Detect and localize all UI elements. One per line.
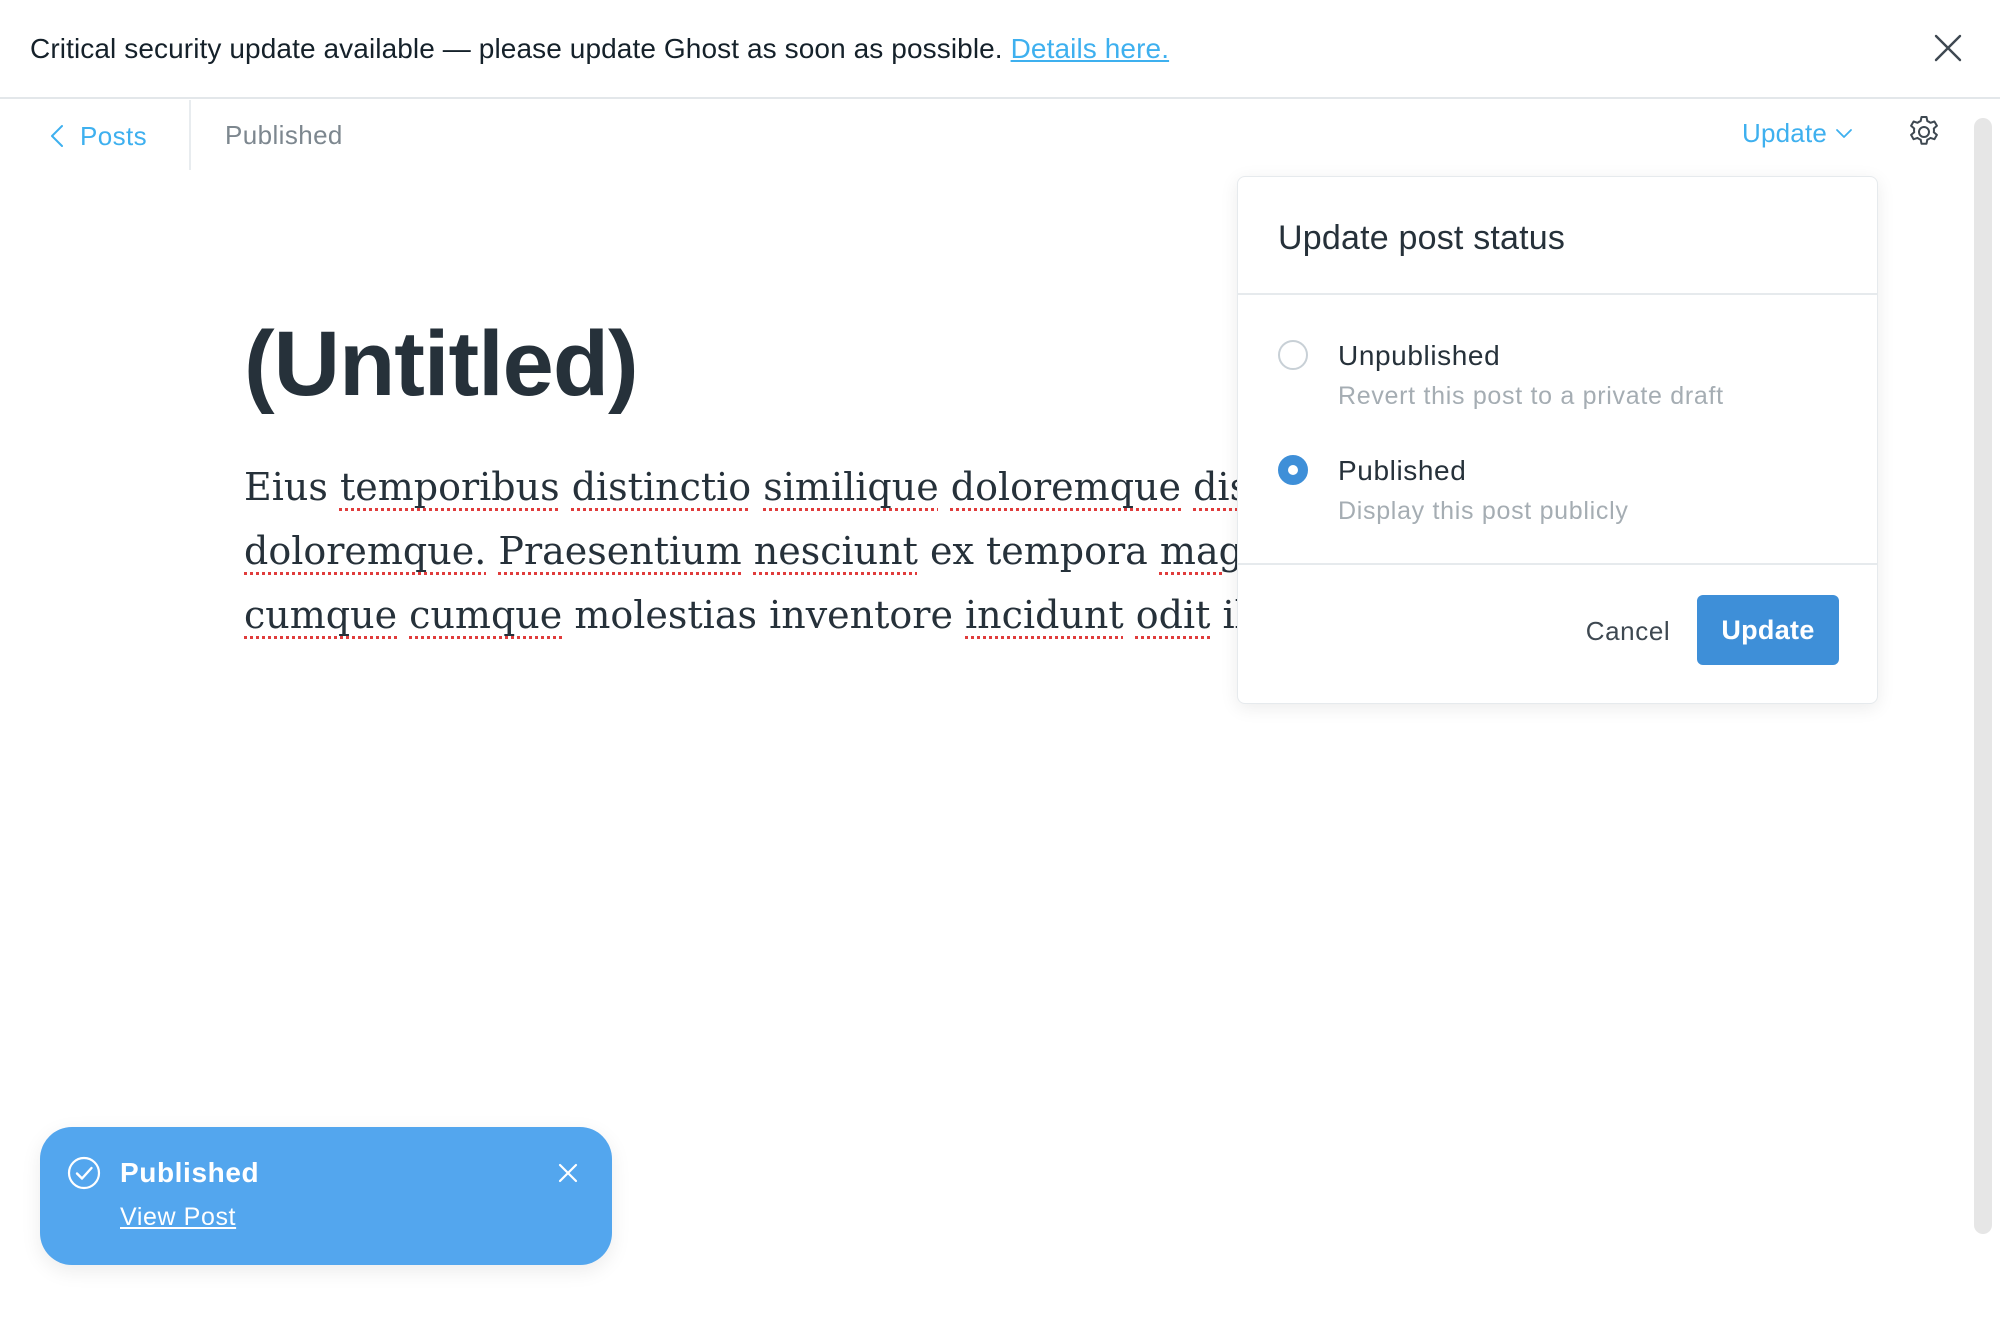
update-button[interactable]: Update — [1697, 595, 1839, 665]
popover-divider — [1238, 563, 1877, 565]
header-divider — [189, 100, 191, 170]
option-label: Unpublished — [1338, 340, 1501, 371]
banner-text: Critical security update available — ple… — [30, 33, 1003, 64]
published-toast: Published View Post — [40, 1127, 612, 1265]
banner-details-link[interactable]: Details here. — [1011, 33, 1170, 64]
scrollbar[interactable] — [1974, 118, 1992, 1234]
update-trigger-label: Update — [1742, 118, 1828, 148]
option-label: Published — [1338, 455, 1467, 486]
chevron-left-icon — [51, 125, 63, 147]
back-to-posts-link[interactable]: Posts — [50, 118, 147, 154]
close-icon[interactable] — [1932, 32, 1964, 64]
update-dropdown-trigger[interactable]: Update — [1742, 118, 1853, 149]
check-circle-icon — [67, 1156, 101, 1190]
option-description: Display this post publicly — [1338, 497, 1629, 525]
post-status-label: Published — [225, 120, 343, 150]
back-label: Posts — [80, 120, 148, 151]
close-icon[interactable] — [556, 1161, 580, 1185]
unpublished-radio[interactable] — [1278, 340, 1308, 370]
gear-icon[interactable] — [1906, 114, 1942, 150]
popover-title: Update post status — [1278, 219, 1566, 257]
option-description: Revert this post to a private draft — [1338, 382, 1724, 410]
cancel-button[interactable]: Cancel — [1558, 597, 1698, 665]
security-banner: Critical security update available — ple… — [0, 0, 2000, 99]
view-post-link[interactable]: View Post — [120, 1203, 236, 1232]
published-radio[interactable] — [1278, 455, 1308, 485]
popover-divider — [1238, 293, 1877, 295]
post-title[interactable]: (Untitled) — [244, 312, 639, 417]
banner-message: Critical security update available — ple… — [30, 33, 1169, 65]
chevron-down-icon — [1836, 128, 1852, 138]
update-status-popover: Update post status Unpublished Revert th… — [1237, 176, 1878, 704]
editor-header: Posts Published Update — [0, 100, 1972, 172]
toast-title: Published — [120, 1157, 260, 1188]
